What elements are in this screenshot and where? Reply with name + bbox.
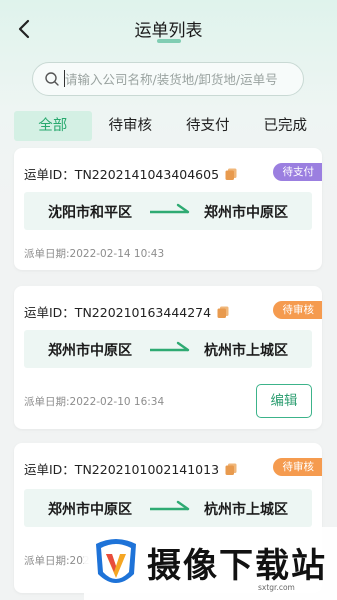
- watermark-logo-icon: [96, 539, 136, 583]
- tab-completed[interactable]: 已完成: [247, 111, 325, 141]
- right-arrow-icon: [150, 500, 190, 511]
- destination: 杭州市上城区: [204, 343, 288, 359]
- waybill-id-text: 运单ID：TN2202141043404605: [24, 167, 220, 182]
- order-card[interactable]: 运单ID：TN220210163444274 待审核 郑州市中原区 杭州市上城区…: [14, 286, 322, 429]
- title-underline: [157, 39, 181, 43]
- text-cursor: [64, 70, 65, 87]
- waybill-id: 运单ID：TN220210163444274: [24, 302, 229, 321]
- search-icon: [45, 72, 59, 86]
- route: 郑州市中原区 杭州市上城区: [24, 489, 312, 527]
- search-input[interactable]: [65, 71, 295, 87]
- copy-icon[interactable]: [217, 306, 229, 318]
- watermark-url: sxtgr.com: [258, 583, 295, 592]
- tab-all[interactable]: 全部: [14, 111, 92, 141]
- status-badge: 待审核: [272, 458, 322, 476]
- waybill-id-text: 运单ID：TN220210163444274: [24, 305, 212, 320]
- origin: 郑州市中原区: [48, 343, 132, 359]
- waybill-id: 运单ID：TN2202101002141013: [24, 459, 237, 478]
- status-tabs: 全部 待审核 待支付 已完成: [14, 111, 324, 141]
- watermark-text: 摄像下载站: [147, 546, 327, 586]
- right-arrow-icon: [150, 341, 190, 352]
- status-badge: 待审核: [272, 301, 322, 319]
- copy-icon[interactable]: [225, 168, 237, 180]
- tab-pending-review[interactable]: 待审核: [92, 111, 170, 141]
- dispatch-date: 派单日期:2022-02-10 16:34: [24, 396, 165, 408]
- header: 运单列表: [0, 0, 337, 56]
- status-badge: 待支付: [272, 163, 322, 181]
- search-bar[interactable]: [32, 62, 304, 96]
- page-title: 运单列表: [134, 21, 203, 41]
- right-arrow-icon: [150, 203, 190, 214]
- destination: 杭州市上城区: [204, 502, 288, 518]
- tab-pending-payment[interactable]: 待支付: [169, 111, 247, 141]
- waybill-id-text: 运单ID：TN2202101002141013: [24, 462, 220, 477]
- route: 郑州市中原区 杭州市上城区: [24, 330, 312, 368]
- copy-icon[interactable]: [225, 463, 237, 475]
- origin: 郑州市中原区: [48, 502, 132, 518]
- waybill-id: 运单ID：TN2202141043404605: [24, 164, 237, 183]
- origin: 沈阳市和平区: [48, 205, 132, 221]
- destination: 郑州市中原区: [204, 205, 288, 221]
- dispatch-date: 派单日期:202: [24, 555, 90, 567]
- dispatch-date: 派单日期:2022-02-14 10:43: [24, 248, 165, 260]
- edit-button[interactable]: 编辑: [256, 384, 312, 418]
- route: 沈阳市和平区 郑州市中原区: [24, 192, 312, 230]
- order-card[interactable]: 运单ID：TN2202141043404605 待支付 沈阳市和平区 郑州市中原…: [14, 148, 322, 270]
